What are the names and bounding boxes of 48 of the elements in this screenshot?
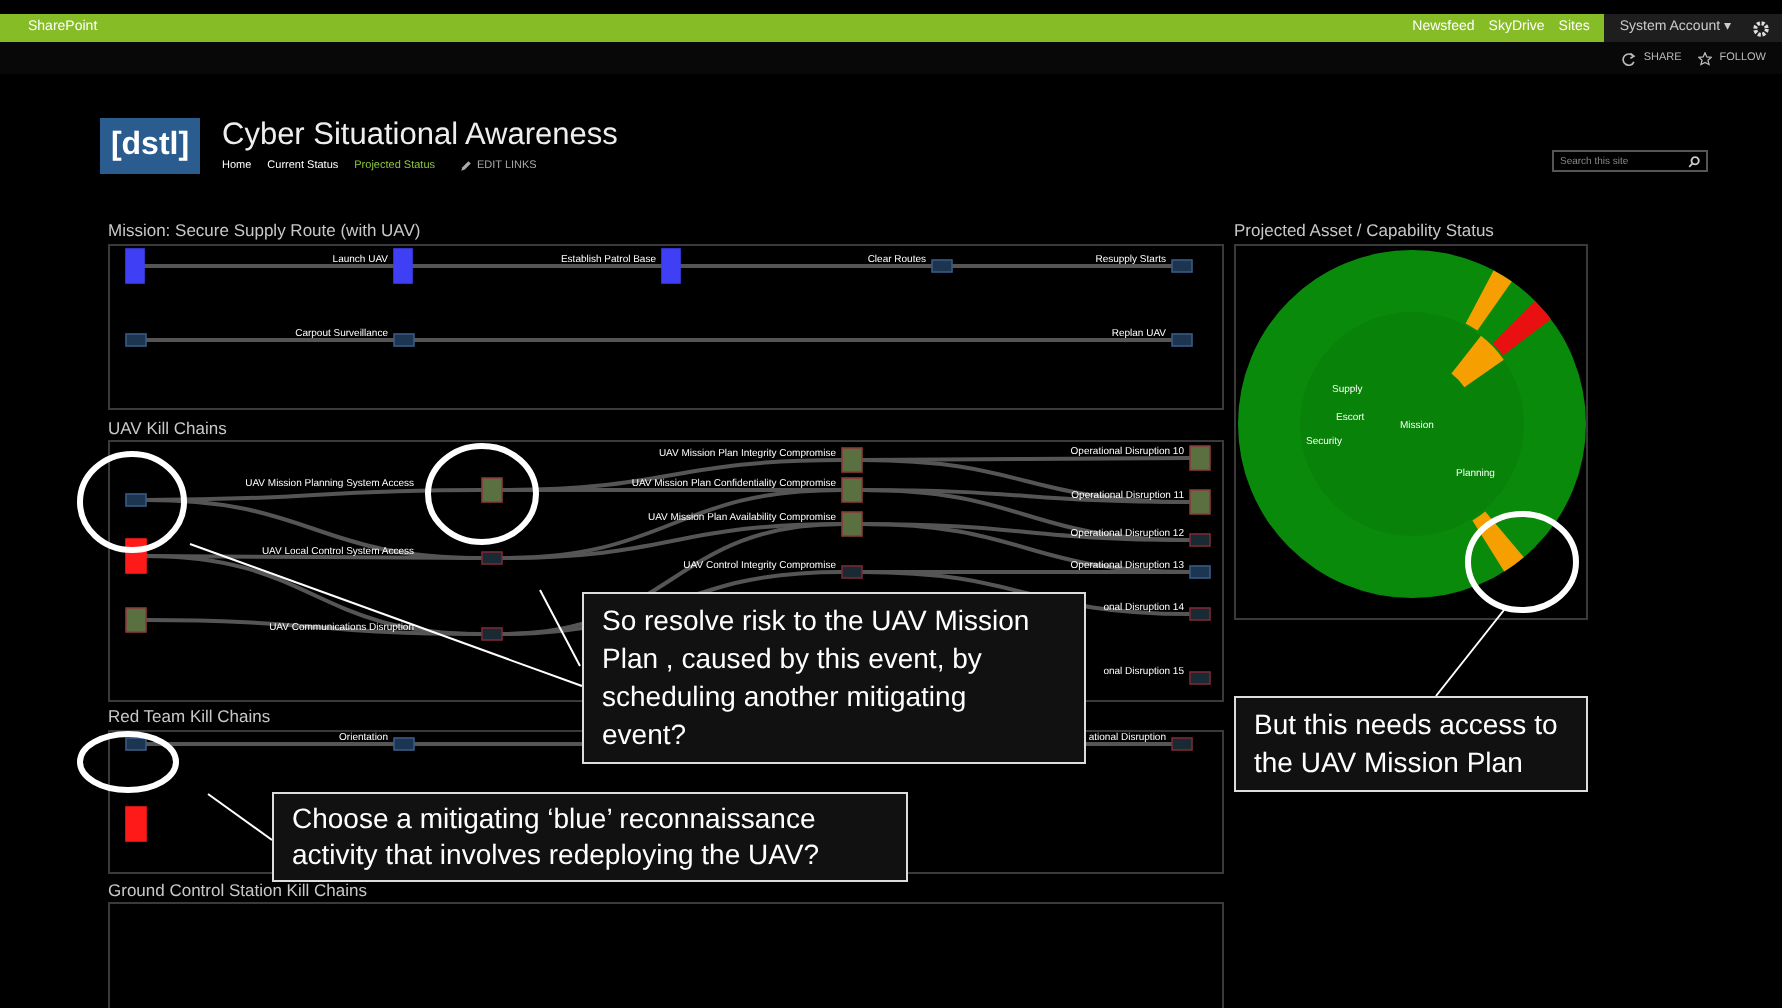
callout-note: But this needs access to the UAV Mission Plan (1234, 696, 1588, 792)
panel-title: Mission: Secure Supply Route (with UAV) (108, 222, 423, 239)
settings-icon[interactable] (1752, 19, 1770, 37)
event-node[interactable] (931, 258, 953, 272)
panel-title: Ground Control Station Kill Chains (108, 881, 369, 898)
event-node[interactable] (125, 247, 145, 283)
event-node[interactable] (125, 332, 147, 346)
event-node[interactable] (1189, 445, 1211, 471)
event-node[interactable] (1189, 565, 1211, 579)
event-node[interactable] (125, 736, 147, 750)
event-node[interactable] (125, 805, 147, 841)
site-logo[interactable]: [dstl] (100, 118, 200, 174)
event-node[interactable] (481, 551, 503, 565)
panel-title: Red Team Kill Chains (108, 708, 273, 725)
event-node[interactable] (1171, 736, 1193, 750)
leader-line (207, 793, 273, 841)
event-node[interactable] (125, 493, 147, 507)
panel-title: UAV Kill Chains (108, 419, 229, 436)
event-node[interactable] (1171, 332, 1193, 346)
highlight-circle (77, 731, 179, 793)
event-node[interactable] (125, 607, 147, 633)
share-icon (1621, 51, 1636, 65)
highlight-circle (1465, 511, 1579, 613)
event-node[interactable] (1189, 607, 1211, 621)
event-node[interactable] (393, 247, 413, 283)
event-node[interactable] (841, 477, 863, 503)
pencil-icon (459, 159, 471, 172)
event-node[interactable] (661, 247, 681, 283)
site-title: Cyber Situational Awareness (222, 120, 618, 151)
callout-note: So resolve risk to the UAV Mission Plan , caused by this event, by scheduling another mitigating event? (582, 592, 1086, 764)
event-node[interactable] (481, 627, 503, 641)
event-node[interactable] (393, 332, 415, 346)
callout-note: Choose a mitigating ‘blue’ reconnaissance activity that involves redeploying the UAV? (272, 792, 908, 882)
event-node[interactable] (1189, 671, 1211, 685)
event-node[interactable] (841, 565, 863, 579)
event-node[interactable] (1189, 489, 1211, 515)
highlight-circle (425, 443, 539, 545)
leader-line (1435, 609, 1505, 697)
event-node[interactable] (393, 736, 415, 750)
panel-title: Projected Asset / Capability Status (1234, 222, 1496, 239)
highlight-circle (77, 451, 187, 553)
search-icon (1688, 155, 1700, 167)
event-node[interactable] (1189, 533, 1211, 547)
event-node[interactable] (841, 447, 863, 473)
event-node[interactable] (1171, 258, 1193, 272)
event-node[interactable] (841, 511, 863, 537)
event-node[interactable] (481, 477, 503, 503)
star-icon (1697, 51, 1712, 65)
